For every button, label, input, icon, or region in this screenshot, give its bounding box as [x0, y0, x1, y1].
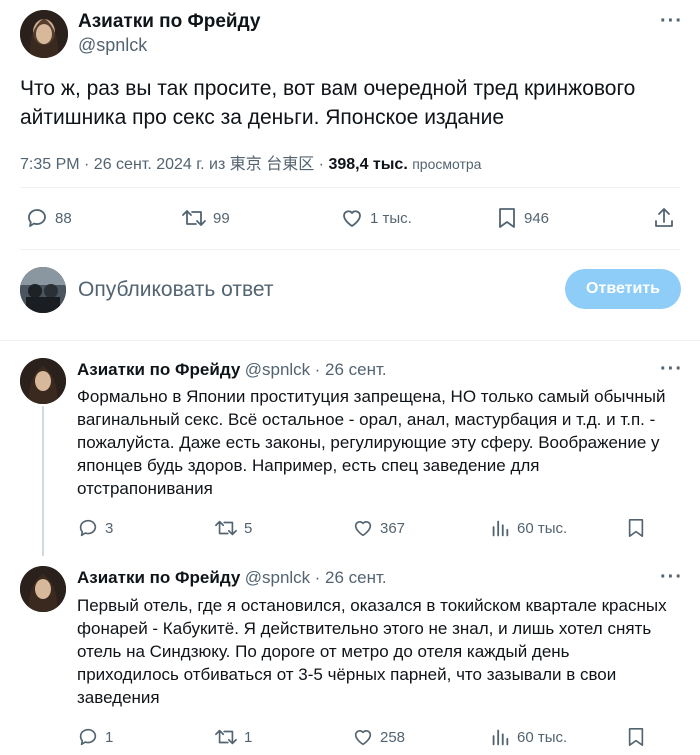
retweet-icon — [215, 729, 237, 745]
reply-text-line: фонарей - Кабукитё. Я действительно этог… — [77, 619, 652, 638]
tweet-meta: 7:35 PM · 26 сент. 2024 г. из 東京 台東区 · 3… — [20, 150, 481, 174]
reply-text-line: вагинальный секс. Всё остальное - орал, … — [77, 410, 656, 429]
reply-author-handle[interactable]: @spnlck — [245, 568, 310, 587]
views-label: просмотра — [412, 156, 482, 172]
reply-count: 3 — [105, 519, 114, 537]
more-options-icon[interactable]: ··· — [660, 566, 683, 589]
reply-avatar[interactable] — [20, 566, 66, 612]
divider — [0, 340, 700, 341]
author-name[interactable]: Азиатки по Фрейду — [78, 11, 260, 33]
retweet-count: 99 — [213, 209, 230, 227]
heart-icon — [343, 210, 361, 227]
user-avatar[interactable] — [20, 267, 66, 313]
reply-compose-input[interactable]: Опубликовать ответ — [78, 278, 274, 302]
analytics-icon — [492, 729, 509, 746]
reply-text-line: отстрапонивания — [77, 479, 213, 498]
tweet-text-line: айтишника про секс за деньги. Японское и… — [20, 106, 505, 129]
reply-author-handle[interactable]: @spnlck — [245, 360, 310, 379]
like-count: 1 тыс. — [370, 209, 412, 227]
tweet-timestamp[interactable]: 7:35 PM · 26 сент. 2024 г. из 東京 台東区 · — [20, 156, 328, 173]
author-handle[interactable]: @spnlck — [78, 35, 147, 56]
retweet-icon — [215, 520, 237, 536]
reply-button[interactable]: 1 — [77, 726, 113, 748]
reply-icon — [79, 519, 97, 537]
thread-line — [42, 406, 44, 556]
like-count: 367 — [380, 519, 406, 537]
like-button[interactable]: 367 — [352, 517, 405, 539]
tweet-text-line: Что ж, раз вы так просите, вот вам очере… — [20, 77, 636, 100]
heart-icon — [354, 730, 372, 746]
reply-count: 1 — [105, 728, 114, 746]
reply-avatar[interactable] — [20, 358, 66, 404]
views-button[interactable]: 60 тыс. — [489, 726, 567, 748]
reply-text-line: приходилось отбиваться от 3-5 чёрных пар… — [77, 665, 617, 684]
divider — [20, 249, 680, 250]
reply-header: Азиатки по Фрейду @spnlck · 26 сент. — [77, 568, 387, 588]
reply-text-line: Формально в Японии проституция запрещена… — [77, 387, 666, 406]
reply-header: Азиатки по Фрейду @spnlck · 26 сент. — [77, 360, 387, 380]
bookmark-icon — [628, 728, 644, 747]
reply-text-line: пожалуйста. Даже есть законы, регулирующ… — [77, 433, 660, 452]
more-options-icon[interactable]: ··· — [660, 358, 683, 381]
reply-text-line: Первый отель, где я остановился, оказалс… — [77, 596, 667, 615]
reply-text: Формально в Японии проституция запрещена… — [77, 385, 677, 500]
reply-button[interactable]: 3 — [77, 517, 113, 539]
retweet-count: 5 — [244, 519, 253, 537]
reply-text-line: заведения — [77, 688, 160, 707]
share-button[interactable] — [652, 206, 682, 230]
bookmark-count: 946 — [524, 209, 550, 227]
like-button[interactable]: 258 — [352, 726, 405, 748]
bookmark-icon — [499, 208, 515, 228]
retweet-icon — [182, 210, 206, 226]
reply-text-line: отель на Синдзюку. По дороге от метро до… — [77, 642, 570, 661]
views-count: 398,4 тыс. — [328, 156, 408, 173]
bookmark-icon — [628, 519, 644, 538]
retweet-button[interactable]: 5 — [214, 517, 252, 539]
reply-icon — [79, 728, 97, 746]
reply-date[interactable]: · 26 сент. — [315, 568, 387, 587]
views-count: 60 тыс. — [517, 728, 568, 746]
retweet-count: 1 — [244, 728, 253, 746]
views-count: 60 тыс. — [517, 519, 568, 537]
heart-icon — [354, 521, 372, 537]
reply-submit-button[interactable]: Ответить — [565, 269, 681, 309]
reply-button[interactable]: 88 — [25, 206, 72, 230]
bookmark-button[interactable]: 946 — [496, 206, 549, 230]
like-count: 258 — [380, 728, 406, 746]
retweet-button[interactable]: 99 — [181, 206, 230, 230]
bookmark-button[interactable] — [626, 517, 652, 539]
reply-author-name[interactable]: Азиатки по Фрейду — [77, 360, 240, 379]
bookmark-button[interactable] — [626, 726, 652, 748]
divider — [20, 187, 680, 188]
analytics-icon — [492, 520, 509, 537]
more-options-icon[interactable]: ··· — [660, 10, 683, 33]
reply-author-name[interactable]: Азиатки по Фрейду — [77, 568, 240, 587]
share-icon — [655, 208, 673, 227]
retweet-button[interactable]: 1 — [214, 726, 252, 748]
tweet-text: Что ж, раз вы так просите, вот вам очере… — [20, 74, 680, 132]
reply-date[interactable]: · 26 сент. — [315, 360, 387, 379]
author-avatar[interactable] — [20, 10, 68, 58]
views-button[interactable]: 60 тыс. — [489, 517, 567, 539]
reply-text: Первый отель, где я остановился, оказалс… — [77, 594, 677, 709]
reply-count: 88 — [55, 209, 72, 227]
reply-icon — [28, 209, 46, 227]
reply-text-line: японцев будь здоров. Например, есть спец… — [77, 456, 540, 475]
like-button[interactable]: 1 тыс. — [340, 206, 412, 230]
